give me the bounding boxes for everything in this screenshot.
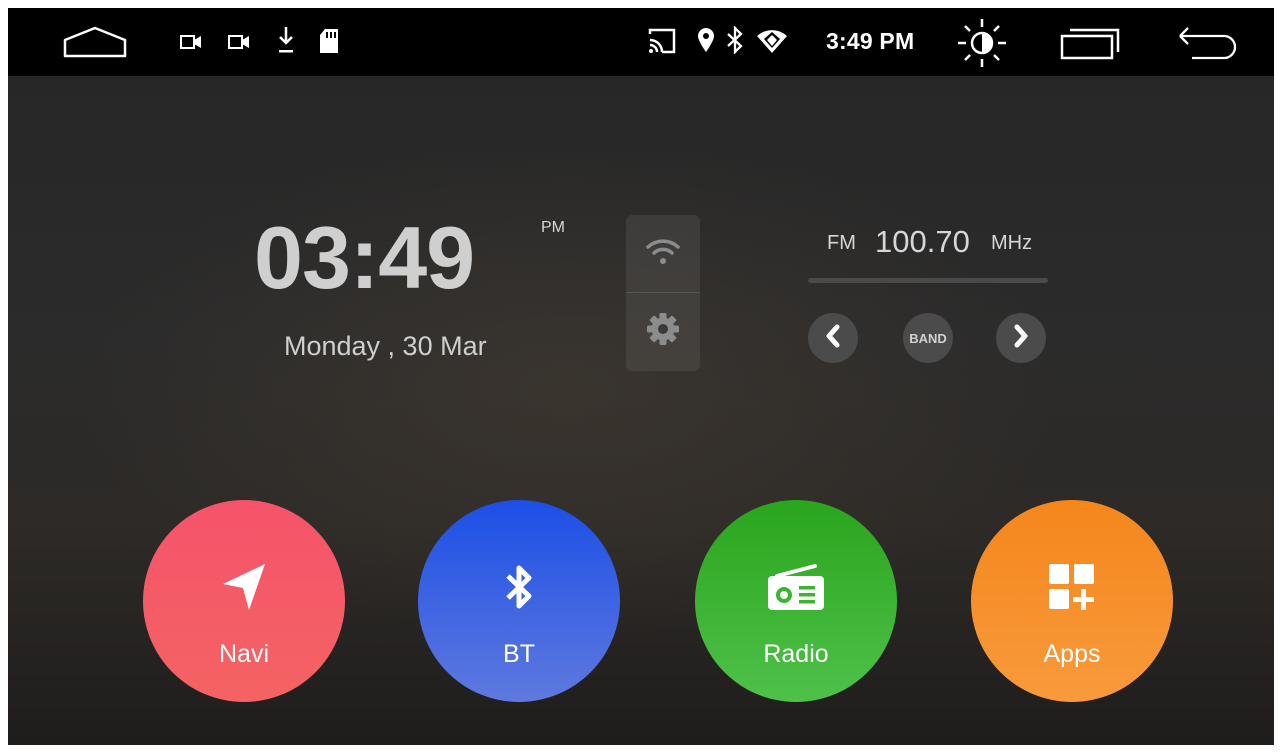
wifi-icon [756,28,788,54]
radio-band: FM [827,232,856,254]
cast-icon [648,28,676,54]
clock-ampm: PM [541,219,565,236]
bt-label: BT [503,640,535,668]
settings-button[interactable] [626,293,700,369]
apps-label: Apps [1043,640,1101,668]
status-bar: 3:49 PM [8,8,1274,76]
clock-date: Monday , 30 Mar [284,331,487,361]
download-icon [277,25,295,55]
navi-label: Navi [218,640,269,668]
radio-prev-button[interactable] [808,313,858,363]
video-icon [180,35,202,49]
apps-button[interactable]: Apps [971,500,1173,702]
radio-unit: MHz [991,232,1033,254]
bluetooth-icon [418,562,620,612]
radio-button[interactable]: Radio [695,500,897,702]
wifi-icon [645,236,681,271]
launcher-screen: 3:49 PM 03:49 PM Monday , 30 Mar FM 100.… [8,8,1274,745]
back-icon[interactable] [1178,26,1238,60]
chevron-left-icon [824,324,842,353]
navigation-arrow-icon [143,562,345,612]
navi-button[interactable]: Navi [143,500,345,702]
radio-frequency-display: FM 100.70 MHz [806,222,1066,262]
chevron-right-icon [1012,324,1030,353]
frequency-bar [808,278,1048,283]
quick-settings-panel [626,215,700,371]
settings-gear-icon [646,312,680,351]
radio-next-button[interactable] [996,313,1046,363]
radio-band-button[interactable]: BAND [903,313,953,363]
brightness-icon[interactable] [956,17,1008,69]
radio-icon [695,562,897,612]
bluetooth-icon [725,26,745,54]
home-icon[interactable] [63,26,127,58]
apps-grid-icon [971,562,1173,616]
radio-band-button-label: BAND [909,330,947,346]
sd-card-icon [319,28,339,54]
wifi-button[interactable] [626,215,700,291]
radio-frequency: 100.70 [875,224,970,259]
radio-label: Radio [763,640,829,668]
video-icon [228,35,250,49]
clock-time: 03:49 [254,208,475,307]
recents-icon[interactable] [1060,26,1122,60]
status-time: 3:49 PM [826,28,915,54]
bt-button[interactable]: BT [418,500,620,702]
location-icon [697,27,715,53]
